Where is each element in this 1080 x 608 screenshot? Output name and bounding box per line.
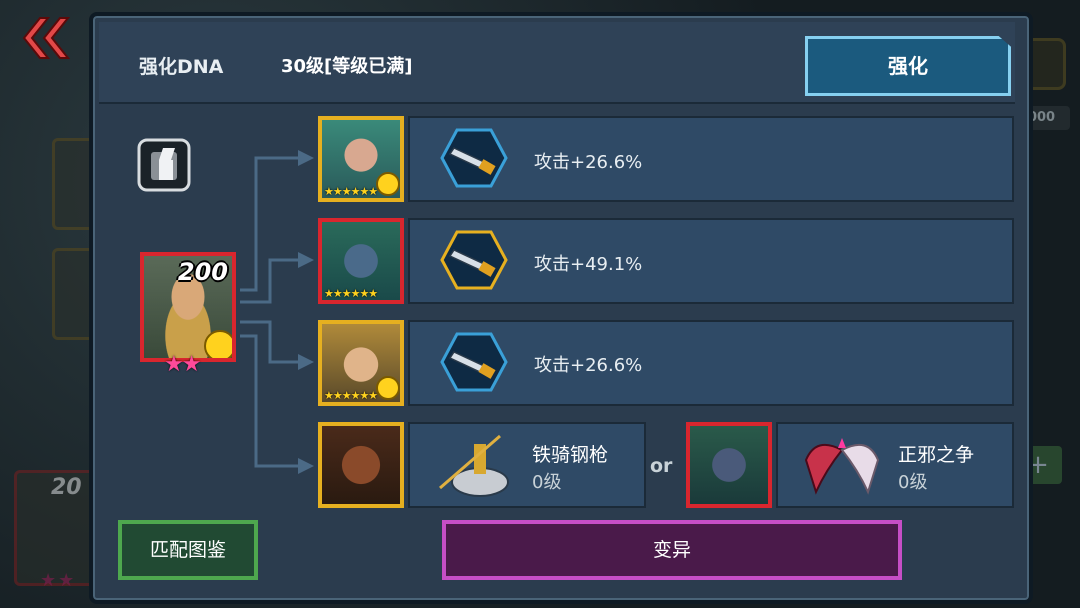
sun-element-icon	[376, 172, 400, 196]
option-hero-portrait[interactable]	[318, 422, 404, 508]
sun-element-icon	[204, 330, 232, 358]
stat-bonus-text: 攻击+26.6%	[534, 152, 643, 173]
hero-star-rating: ★★★★★★	[324, 185, 378, 198]
hero-star-rating: ★★★★★★	[324, 389, 378, 402]
sun-element-icon	[376, 376, 400, 400]
or-separator: or	[650, 455, 673, 477]
sword-icon	[440, 230, 508, 290]
match-collection-button[interactable]: 匹配图鉴	[118, 520, 258, 580]
stat-bonus-text: 攻击+26.6%	[534, 355, 643, 376]
option-item-left[interactable]: 铁骑钢枪 0级	[408, 422, 646, 508]
option-hero-portrait[interactable]	[686, 422, 772, 508]
mutate-button[interactable]: 变异	[442, 520, 902, 580]
stat-bonus-text: 攻击+49.1%	[534, 254, 643, 275]
main-hero-portrait[interactable]: 200	[140, 252, 236, 362]
option-item-name: 正邪之争	[898, 444, 975, 466]
bonus-hero-portrait[interactable]: ★★★★★★	[318, 116, 404, 202]
option-item-level: 0级	[898, 472, 928, 493]
winged-emblem-icon	[804, 438, 880, 495]
option-item-name: 铁骑钢枪	[532, 444, 609, 466]
sword-icon	[440, 332, 508, 392]
hero-level: 200	[177, 258, 228, 286]
knight-lance-icon	[439, 434, 509, 497]
hero-star-rating: ★★	[164, 352, 201, 377]
option-item-right[interactable]: 正邪之争 0级	[776, 422, 1014, 508]
hero-star-rating: ★★★★★★	[324, 287, 378, 300]
bonus-hero-portrait[interactable]: ★★★★★★	[318, 320, 404, 406]
bonus-hero-portrait[interactable]: ★★★★★★	[318, 218, 404, 304]
option-item-level: 0级	[532, 472, 562, 493]
sword-icon	[440, 128, 508, 188]
hero-portrait-art	[322, 426, 400, 504]
hero-portrait-art	[690, 426, 768, 504]
